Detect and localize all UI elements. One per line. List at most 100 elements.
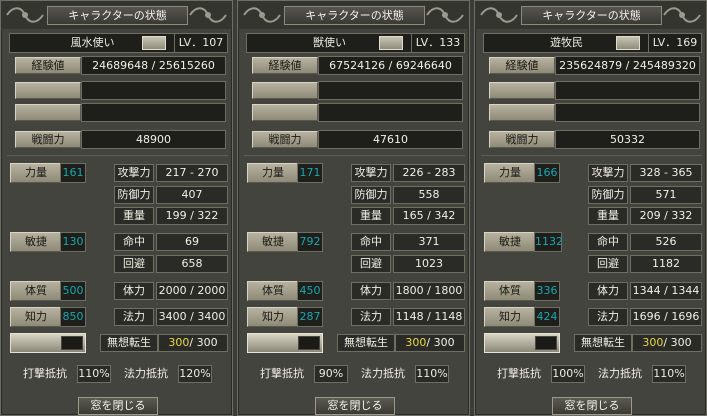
empty-slot-button: [15, 104, 81, 121]
character-status-panel-3: キャラクターの状態 遊牧民 LV．169 経験値 235624879 / 245…: [474, 0, 707, 416]
strength-value: 171: [297, 163, 323, 183]
strike-resist-value: 90%: [314, 365, 348, 383]
mp-value: 1696 / 1696: [630, 308, 702, 326]
character-status-panel-2: キャラクターの状態 獣使い LV．133 経験値 67524126 / 6924…: [237, 0, 470, 416]
evade-label: 回避: [351, 255, 391, 273]
mp-label: 法力: [351, 308, 391, 326]
empty-slot-value: [318, 81, 463, 100]
window-title: キャラクターの状態: [284, 6, 425, 25]
intellect-value: 287: [297, 307, 323, 327]
mugen-toggle[interactable]: [247, 333, 323, 353]
evade-label: 回避: [588, 255, 628, 273]
mugen-toggle[interactable]: [484, 333, 560, 353]
agility-button[interactable]: 敏捷: [484, 232, 536, 252]
hp-label: 体力: [114, 282, 154, 300]
strength-value: 161: [60, 163, 86, 183]
agility-button[interactable]: 敏捷: [10, 232, 62, 252]
mugen-max: / 300: [663, 336, 692, 349]
ornament-icon: [243, 7, 281, 23]
weight-value: 199 / 322: [156, 207, 228, 225]
exp-label: 経験値: [15, 57, 81, 74]
return-arrow-icon[interactable]: [616, 36, 640, 50]
agility-value: 1132: [534, 232, 563, 252]
hp-label: 体力: [351, 282, 391, 300]
window-title: キャラクターの状態: [47, 6, 188, 25]
strike-resist-value: 100%: [551, 365, 585, 383]
agility-button[interactable]: 敏捷: [247, 232, 299, 252]
hit-label: 命中: [588, 233, 628, 251]
mp-value: 1148 / 1148: [393, 308, 465, 326]
strike-resist-label: 打撃抵抗: [23, 367, 67, 380]
strike-resist-label: 打撃抵抗: [260, 367, 304, 380]
empty-slot-button: [489, 104, 555, 121]
strength-value: 166: [534, 163, 560, 183]
exp-label: 経験値: [252, 57, 318, 74]
magic-resist-value: 110%: [415, 365, 449, 383]
battle-power-value: 47610: [318, 130, 463, 149]
toggle-knob: [535, 336, 557, 350]
intellect-button[interactable]: 知力: [484, 307, 536, 327]
character-level: LV．133: [411, 33, 465, 53]
mugen-label: 無想転生: [337, 334, 395, 352]
vitality-button[interactable]: 体質: [247, 281, 299, 301]
ornament-icon: [663, 7, 701, 23]
vitality-button[interactable]: 体質: [484, 281, 536, 301]
window-title: キャラクターの状態: [521, 6, 662, 25]
mugen-toggle[interactable]: [10, 333, 86, 353]
agility-value: 792: [297, 232, 323, 252]
weight-value: 209 / 332: [630, 207, 702, 225]
mp-label: 法力: [114, 308, 154, 326]
mugen-max: / 300: [426, 336, 455, 349]
defense-label: 防御力: [588, 186, 628, 204]
evade-value: 1023: [393, 255, 465, 273]
close-window-button[interactable]: 窓を閉じる: [78, 397, 158, 415]
exp-value: 67524126 / 69246640: [318, 56, 463, 75]
mp-value: 3400 / 3400: [156, 308, 228, 326]
mugen-value: 300/ 300: [158, 334, 228, 352]
hp-value: 1344 / 1344: [630, 282, 702, 300]
mugen-max: / 300: [189, 336, 218, 349]
strength-button[interactable]: 力量: [484, 163, 536, 183]
mugen-value: 300/ 300: [632, 334, 702, 352]
hit-label: 命中: [351, 233, 391, 251]
hp-value: 2000 / 2000: [156, 282, 228, 300]
magic-resist-value: 110%: [652, 365, 686, 383]
vitality-value: 336: [534, 281, 560, 301]
battle-power-value: 48900: [81, 130, 226, 149]
mugen-current: 300: [405, 336, 427, 349]
battle-power-label: 戦闘力: [15, 131, 81, 148]
battle-power-label: 戦闘力: [489, 131, 555, 148]
weight-value: 165 / 342: [393, 207, 465, 225]
empty-slot-value: [555, 103, 700, 122]
defense-value: 571: [630, 186, 702, 204]
attack-label: 攻撃力: [114, 164, 154, 182]
strength-button[interactable]: 力量: [10, 163, 62, 183]
ornament-icon: [480, 7, 518, 23]
intellect-button[interactable]: 知力: [10, 307, 62, 327]
strength-button[interactable]: 力量: [247, 163, 299, 183]
close-window-button[interactable]: 窓を閉じる: [552, 397, 632, 415]
empty-slot-value: [81, 81, 226, 100]
hp-value: 1800 / 1800: [393, 282, 465, 300]
empty-slot-button: [252, 104, 318, 121]
vitality-button[interactable]: 体質: [10, 281, 62, 301]
return-arrow-icon[interactable]: [379, 36, 403, 50]
empty-slot-button: [15, 82, 81, 99]
defense-label: 防御力: [114, 186, 154, 204]
intellect-value: 850: [60, 307, 86, 327]
magic-resist-label: 法力抵抗: [124, 367, 168, 380]
mugen-label: 無想転生: [100, 334, 158, 352]
close-window-button[interactable]: 窓を閉じる: [315, 397, 395, 415]
divider: [481, 155, 702, 156]
hit-value: 371: [393, 233, 465, 251]
mugen-label: 無想転生: [574, 334, 632, 352]
return-arrow-icon[interactable]: [142, 36, 166, 50]
intellect-button[interactable]: 知力: [247, 307, 299, 327]
exp-value: 235624879 / 245489320: [555, 56, 700, 75]
character-status-panel-1: キャラクターの状態 風水使い LV．107 経験値 24689648 / 256…: [0, 0, 233, 416]
hit-value: 526: [630, 233, 702, 251]
empty-slot-value: [81, 103, 226, 122]
defense-label: 防御力: [351, 186, 391, 204]
attack-value: 217 - 270: [156, 164, 228, 182]
magic-resist-label: 法力抵抗: [361, 367, 405, 380]
